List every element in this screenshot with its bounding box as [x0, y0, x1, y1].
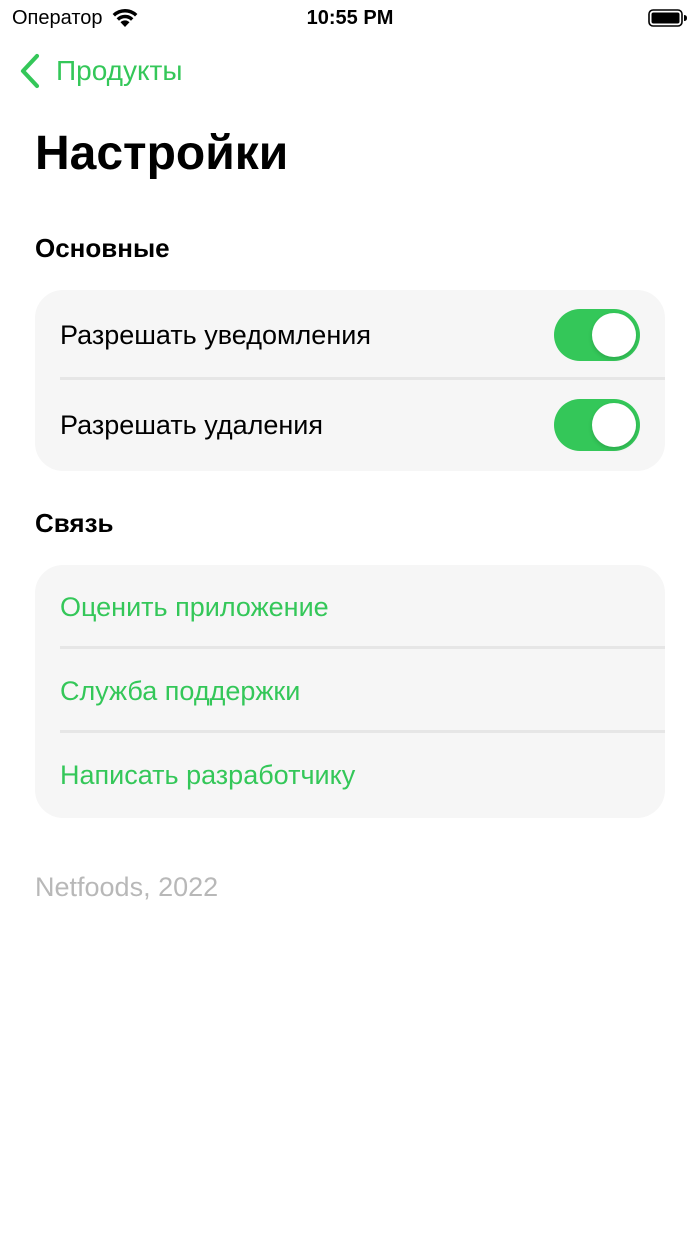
- battery-icon: [648, 9, 687, 27]
- setting-label-notifications: Разрешать уведомления: [60, 320, 371, 350]
- status-time: 10:55 PM: [306, 7, 394, 29]
- back-button[interactable]: Продукты: [18, 52, 183, 90]
- setting-label-deletions: Разрешать удаления: [60, 410, 324, 440]
- support-link[interactable]: Служба поддержки: [35, 649, 665, 733]
- footer-copyright: Netfoods, 2022: [35, 872, 219, 902]
- support-label: Служба поддержки: [60, 676, 301, 706]
- notifications-toggle[interactable]: [554, 309, 640, 361]
- chevron-left-icon: [20, 53, 40, 89]
- section-header-main: Основные: [35, 233, 170, 263]
- settings-group-main: Разрешать уведомления Разрешать удаления: [35, 290, 665, 471]
- rate-app-label: Оценить приложение: [60, 592, 329, 622]
- page-title: Настройки: [35, 127, 289, 180]
- status-bar: Оператор 10:55 PM: [0, 0, 700, 36]
- deletions-toggle[interactable]: [554, 399, 640, 451]
- settings-screen: Оператор 10:55 PM Продукты Настройки Осн…: [0, 0, 700, 1244]
- settings-group-contact: Оценить приложение Служба поддержки Напи…: [35, 565, 665, 818]
- setting-row-deletions: Разрешать удаления: [35, 380, 665, 470]
- toggle-knob: [592, 403, 636, 447]
- setting-row-notifications: Разрешать уведомления: [35, 290, 665, 380]
- rate-app-link[interactable]: Оценить приложение: [35, 565, 665, 649]
- contact-developer-label: Написать разработчику: [60, 760, 356, 790]
- section-header-contact: Связь: [35, 508, 114, 538]
- toggle-knob: [592, 313, 636, 357]
- contact-developer-link[interactable]: Написать разработчику: [35, 733, 665, 817]
- back-button-label: Продукты: [56, 55, 183, 86]
